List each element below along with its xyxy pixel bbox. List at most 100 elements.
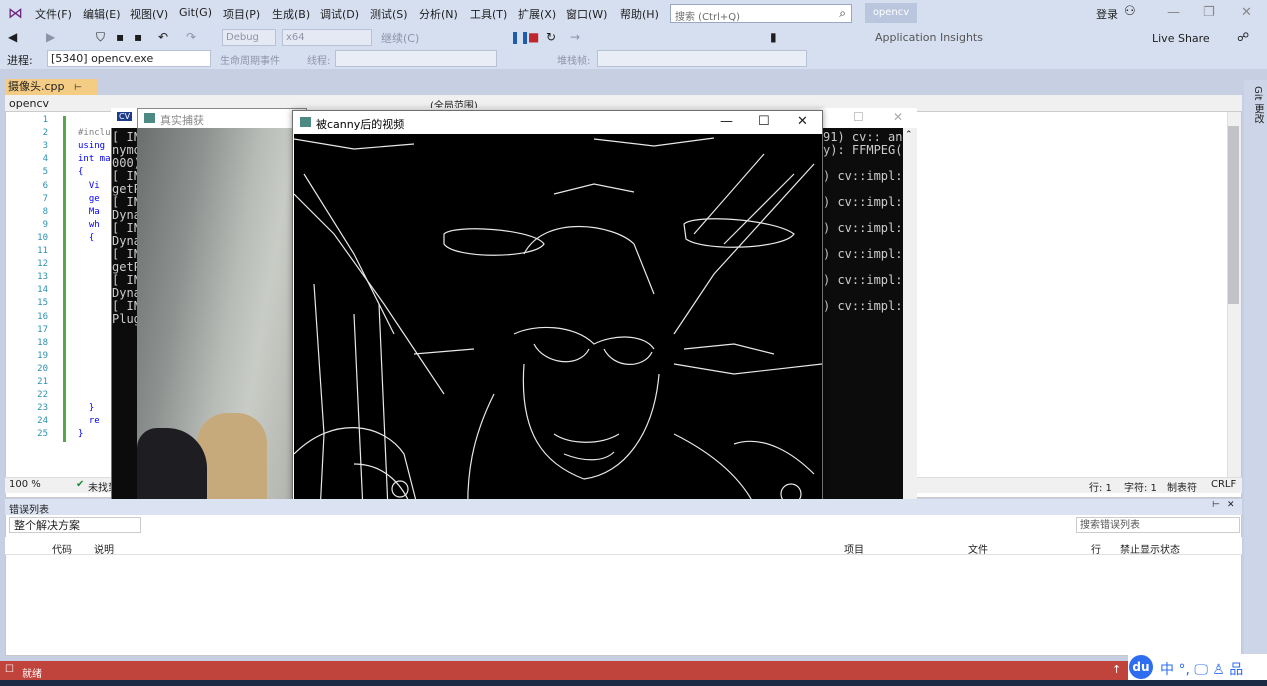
column-project[interactable]: 项目 xyxy=(844,541,864,556)
project-dropdown[interactable]: opencv xyxy=(9,97,49,110)
menu-item[interactable]: 文件(F) xyxy=(35,6,72,22)
back-icon[interactable]: ◀ xyxy=(8,30,17,44)
live-share-button[interactable]: Live Share xyxy=(1152,32,1210,45)
ime-controls[interactable]: 中 °, 🖵 ♙ 品 xyxy=(1160,659,1243,679)
undo-icon[interactable]: ↶ xyxy=(158,30,168,44)
line-number: 2 xyxy=(42,128,48,139)
menu-item[interactable]: 项目(P) xyxy=(223,6,260,22)
canny-app-icon xyxy=(300,117,311,127)
canny-close-icon[interactable]: ✕ xyxy=(797,114,808,129)
menu-item[interactable]: 编辑(E) xyxy=(83,6,121,22)
line-number: 22 xyxy=(37,390,48,401)
restart-icon[interactable]: ↻ xyxy=(546,30,556,44)
error-list-columns xyxy=(5,537,1242,555)
code-line[interactable]: ge xyxy=(78,194,100,204)
forward-icon[interactable]: ▶ xyxy=(46,30,55,44)
baidu-ime-logo[interactable]: du xyxy=(1129,655,1153,679)
thread-select[interactable] xyxy=(335,50,497,67)
line-number: 10 xyxy=(37,232,48,243)
column-code[interactable]: 代码 xyxy=(52,541,72,556)
canny-minimize-icon[interactable]: — xyxy=(720,114,733,129)
platform-select[interactable]: x64 xyxy=(282,29,372,46)
tab-label: 摄像头.cpp xyxy=(8,80,65,93)
error-scope-select[interactable]: 整个解决方案 xyxy=(9,517,141,533)
publish-icon[interactable]: ↑ xyxy=(1112,663,1121,676)
error-list-panel xyxy=(5,499,1242,656)
save-icon[interactable]: ▪ xyxy=(116,30,124,44)
line-number: 24 xyxy=(37,416,48,427)
code-line[interactable]: Ma xyxy=(78,207,100,217)
continue-button[interactable]: 继续(C) xyxy=(381,30,419,46)
line-endings[interactable]: CRLF xyxy=(1211,479,1236,490)
git-changes-rail[interactable]: Git 更改 xyxy=(1244,80,1267,660)
menu-item[interactable]: 视图(V) xyxy=(130,6,168,22)
code-line[interactable]: using xyxy=(78,141,105,151)
menu-item[interactable]: 分析(N) xyxy=(419,6,458,22)
menu-item[interactable]: 生成(B) xyxy=(272,6,310,22)
code-line[interactable]: } xyxy=(78,403,94,413)
save-all-icon[interactable]: ▪ xyxy=(134,30,142,44)
code-line[interactable]: { xyxy=(78,233,94,243)
lifecycle-events-button[interactable]: 生命周期事件 xyxy=(220,52,280,67)
column-line[interactable]: 行 xyxy=(1091,541,1101,556)
open-icon[interactable]: ⛉ xyxy=(96,30,105,45)
close-icon[interactable]: ✕ xyxy=(1241,5,1252,20)
menu-item[interactable]: 调试(D) xyxy=(320,6,359,22)
line-number: 14 xyxy=(37,285,48,296)
window-app-icon xyxy=(144,113,155,123)
menu-item[interactable]: 测试(S) xyxy=(370,6,408,22)
search-icon[interactable]: ⌕ xyxy=(839,6,846,21)
console-close-icon[interactable]: ✕ xyxy=(893,110,903,124)
code-line[interactable]: Vi xyxy=(78,181,100,191)
code-line[interactable]: wh xyxy=(78,220,100,230)
redo-icon[interactable]: ↷ xyxy=(186,30,196,44)
bookmark-icon[interactable]: ▮ xyxy=(770,30,777,44)
code-line[interactable]: } xyxy=(78,429,83,439)
restore-icon[interactable]: ❐ xyxy=(1203,5,1215,20)
login-link[interactable]: 登录 xyxy=(1096,6,1118,22)
line-number: 18 xyxy=(37,337,48,348)
stack-frame-select[interactable] xyxy=(597,50,807,67)
code-line[interactable]: #inclu xyxy=(78,128,111,138)
code-line[interactable]: int ma xyxy=(78,154,111,164)
stop-icon[interactable]: ■ xyxy=(528,30,539,44)
pin-icon[interactable]: ⊢ xyxy=(74,83,82,93)
application-insights-button[interactable]: Application Insights xyxy=(875,31,983,44)
editor-scroll-thumb[interactable] xyxy=(1228,126,1239,304)
line-number: 19 xyxy=(37,350,48,361)
code-line[interactable]: { xyxy=(78,167,83,177)
step-icon[interactable]: → xyxy=(570,30,580,44)
process-select[interactable]: [5340] opencv.exe xyxy=(47,50,211,67)
tab-camera-cpp[interactable]: 摄像头.cpp ⊢ ✕ xyxy=(5,79,97,110)
line-number: 20 xyxy=(37,363,48,374)
column-file[interactable]: 文件 xyxy=(968,541,988,556)
panel-close-icon[interactable]: ✕ xyxy=(1227,500,1235,510)
menu-item[interactable]: Git(G) xyxy=(179,6,212,19)
console-scrollbar[interactable]: ⌃ ⌄ xyxy=(903,128,917,528)
line-number: 21 xyxy=(37,377,48,387)
visual-studio-logo-icon: ⋈ xyxy=(8,4,23,22)
configuration-select[interactable]: Debug xyxy=(222,29,276,46)
user-icon[interactable]: ⚇ xyxy=(1124,4,1136,19)
search-box[interactable]: 搜索 (Ctrl+Q) ⌕ xyxy=(670,4,852,23)
panel-pin-icon[interactable]: ⊢ xyxy=(1212,500,1220,510)
feedback-icon[interactable]: ☍ xyxy=(1237,30,1249,44)
minimize-icon[interactable]: — xyxy=(1167,5,1180,20)
zoom-level[interactable]: 100 % xyxy=(9,479,41,490)
char-position: 字符: 1 xyxy=(1124,483,1157,494)
menu-item[interactable]: 帮助(H) xyxy=(620,6,659,22)
menu-item[interactable]: 工具(T) xyxy=(470,6,507,22)
code-line[interactable]: re xyxy=(78,416,100,426)
tabs-mode[interactable]: 制表符 xyxy=(1167,479,1197,494)
column-suppression[interactable]: 禁止显示状态 xyxy=(1120,541,1180,556)
column-description[interactable]: 说明 xyxy=(94,541,114,556)
menu-item[interactable]: 扩展(X) xyxy=(518,6,556,22)
line-number: 25 xyxy=(37,429,48,440)
canny-maximize-icon[interactable]: ☐ xyxy=(758,114,770,129)
status-bar xyxy=(0,661,1267,680)
console-maximize-icon[interactable]: ☐ xyxy=(853,110,864,124)
real-capture-title: 真实捕获 xyxy=(160,114,204,127)
scroll-up-icon[interactable]: ⌃ xyxy=(905,130,913,140)
menu-item[interactable]: 窗口(W) xyxy=(566,6,607,22)
error-search-input[interactable]: 搜索错误列表 xyxy=(1076,517,1240,533)
